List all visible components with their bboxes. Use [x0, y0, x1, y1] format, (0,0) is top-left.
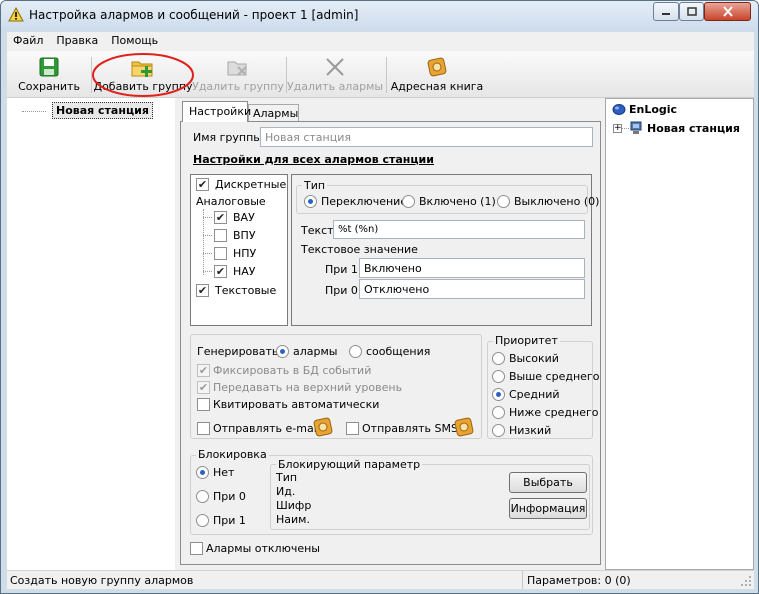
priority-medium-radio[interactable] [492, 388, 505, 401]
save-icon [39, 57, 59, 77]
computer-icon [630, 121, 642, 134]
params-count: Параметров: 0 (0) [527, 574, 631, 587]
address-book-button[interactable]: Адресная книга [391, 53, 483, 96]
block-at1-radio[interactable] [196, 514, 209, 527]
param-type-label: Тип [276, 471, 298, 484]
menu-file[interactable]: Файл [7, 32, 50, 51]
generate-group: Генерировать алармы сообщения ✔ Фиксиров… [190, 334, 482, 439]
text-template-input[interactable]: %t (%n) [333, 220, 585, 239]
npu-checkbox[interactable] [214, 247, 227, 260]
all-alarms-header: Настройки для всех алармов станции [193, 153, 434, 166]
type-toggle-radio[interactable] [304, 195, 317, 208]
tree-item-station-right[interactable]: Новая станция [647, 122, 740, 135]
discrete-checkbox[interactable]: ✔ [196, 178, 209, 191]
close-icon [722, 6, 733, 17]
pass-up-checkbox[interactable]: ✔ [197, 381, 210, 394]
tree-root[interactable]: EnLogic [629, 103, 677, 116]
delete-group-button[interactable]: Удалить группу [192, 53, 284, 96]
warning-icon [8, 7, 24, 22]
tab-settings[interactable]: Настройки [182, 101, 251, 122]
settings-page: Имя группы Новая станция Настройки для в… [180, 121, 601, 565]
menu-bar: Файл Правка Помощь [7, 32, 754, 51]
type-frame: Тип Переключение Включено (1) Выключено … [291, 174, 599, 326]
right-tree-panel: EnLogic + Новая станция [605, 98, 754, 570]
param-code-label: Шифр [276, 499, 312, 512]
send-sms-checkbox[interactable] [346, 422, 359, 435]
tree-item-station[interactable]: Новая станция [52, 102, 153, 119]
left-tree-panel: Новая станция [7, 98, 175, 570]
expand-icon[interactable]: + [613, 124, 622, 133]
tab-alarms[interactable]: Алармы [248, 104, 299, 122]
block-at0-radio[interactable] [196, 490, 209, 503]
block-none-radio[interactable] [196, 466, 209, 479]
generate-messages-radio[interactable] [349, 345, 362, 358]
generate-alarms-radio[interactable] [276, 345, 289, 358]
at1-text-input[interactable]: Включено [359, 258, 585, 278]
alarms-disabled-checkbox[interactable] [190, 542, 203, 555]
priority-high-radio[interactable] [492, 352, 505, 365]
minimize-button[interactable] [653, 2, 679, 21]
delete-x-icon [326, 58, 344, 76]
vpu-checkbox[interactable] [214, 229, 227, 242]
save-button[interactable]: Сохранить [13, 53, 85, 96]
email-address-book-icon[interactable] [312, 416, 334, 438]
alarm-filter-box: ✔ Дискретные Аналоговые ✔ ВАУ ВПУ НПУ ✔ … [190, 174, 288, 326]
close-button[interactable] [704, 2, 751, 21]
select-param-button[interactable]: Выбрать [509, 472, 587, 493]
param-info-button[interactable]: Информация [509, 498, 587, 519]
at0-text-input[interactable]: Отключено [359, 279, 585, 299]
ack-auto-checkbox[interactable] [197, 398, 210, 411]
highlight-ellipse [92, 53, 194, 97]
group-name-label: Имя группы [193, 131, 262, 144]
vau-checkbox[interactable]: ✔ [214, 211, 227, 224]
main-window: Настройка алармов и сообщений - проект 1… [0, 0, 759, 594]
minimize-icon [662, 12, 670, 15]
maximize-icon [686, 7, 697, 16]
status-text: Создать новую группу алармов [10, 574, 194, 587]
title-bar: Настройка алармов и сообщений - проект 1… [1, 1, 758, 30]
priority-below-medium-radio[interactable] [492, 406, 505, 419]
address-book-icon [427, 57, 447, 77]
content-area: Новая станция Настройки Алармы Имя групп… [7, 98, 754, 570]
group-name-input[interactable]: Новая станция [260, 127, 593, 147]
nau-checkbox[interactable]: ✔ [214, 265, 227, 278]
param-name-label: Наим. [276, 513, 310, 526]
send-email-checkbox[interactable] [197, 422, 210, 435]
priority-above-medium-radio[interactable] [492, 370, 505, 383]
type-on-radio[interactable] [402, 195, 415, 208]
folder-delete-icon [227, 61, 247, 76]
sms-address-book-icon[interactable] [453, 416, 475, 438]
priority-low-radio[interactable] [492, 424, 505, 437]
status-bar: Создать новую группу алармов Параметров:… [7, 570, 754, 589]
maximize-button[interactable] [679, 2, 704, 21]
enlogic-icon [612, 104, 626, 115]
param-id-label: Ид. [276, 485, 296, 498]
menu-help[interactable]: Помощь [105, 32, 165, 51]
text-checkbox[interactable]: ✔ [196, 284, 209, 297]
type-off-radio[interactable] [497, 195, 510, 208]
delete-alarms-button[interactable]: Удалить алармы [287, 53, 383, 96]
window-title: Настройка алармов и сообщений - проект 1… [29, 8, 359, 22]
analog-label: Аналоговые [196, 195, 266, 208]
fix-db-checkbox[interactable]: ✔ [197, 364, 210, 377]
toolbar: Сохранить Добавить группу Удалить группу [7, 51, 754, 98]
menu-edit[interactable]: Правка [50, 32, 105, 51]
resize-grip-icon[interactable] [740, 575, 752, 587]
